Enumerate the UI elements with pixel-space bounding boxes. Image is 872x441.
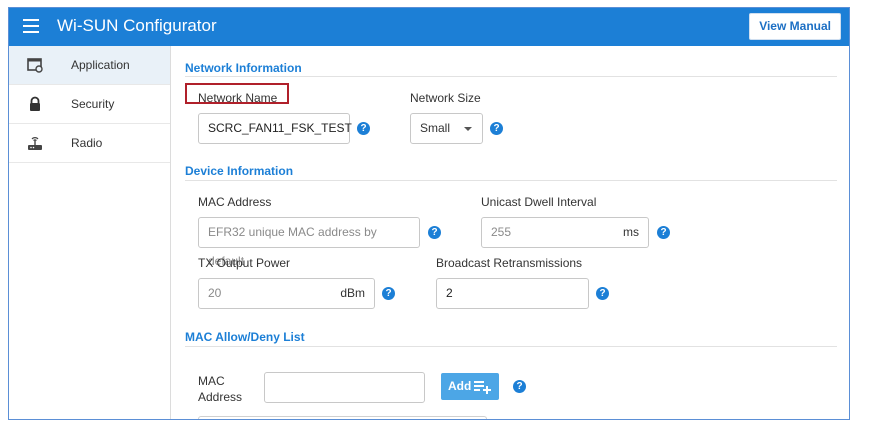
unicast-dwell-input[interactable]: 255 ms xyxy=(481,217,649,248)
broadcast-retrans-input[interactable]: 2 xyxy=(436,278,589,309)
unicast-dwell-value: 255 xyxy=(491,225,512,239)
tx-power-label: TX Output Power xyxy=(198,256,291,270)
tx-power-input[interactable]: 20 dBm xyxy=(198,278,375,309)
unicast-dwell-unit: ms xyxy=(623,225,639,239)
section-divider xyxy=(185,346,837,347)
mac-list-help-icon[interactable]: ? xyxy=(513,380,526,393)
network-size-label: Network Size xyxy=(410,91,481,105)
network-name-label: Network Name xyxy=(198,91,278,105)
mac-address-input[interactable]: EFR32 unique MAC address by default xyxy=(198,217,420,268)
sidebar-item-label: Radio xyxy=(71,136,103,150)
network-size-help-icon[interactable]: ? xyxy=(490,122,503,135)
sidebar: Application Security Radio xyxy=(9,46,171,419)
application-icon xyxy=(27,57,43,73)
top-bar: Wi-SUN Configurator View Manual xyxy=(9,8,849,46)
app-title: Wi-SUN Configurator xyxy=(57,16,217,35)
main-content: Network Information Network Name SCRC_FA… xyxy=(171,46,849,419)
section-divider xyxy=(185,180,837,181)
playlist-add-icon xyxy=(474,381,491,394)
add-mac-button-label: Add xyxy=(448,379,472,393)
sidebar-item-security[interactable]: Security xyxy=(9,85,170,124)
mac-list-title: MAC Allow/Deny List xyxy=(185,330,305,344)
hamburger-menu-icon[interactable] xyxy=(23,19,39,33)
device-info-title: Device Information xyxy=(185,164,294,178)
lock-icon xyxy=(27,96,43,112)
tx-power-value: 20 xyxy=(208,286,222,300)
section-divider xyxy=(185,76,837,77)
sidebar-item-label: Application xyxy=(71,58,130,72)
mac-address-label: MAC Address xyxy=(198,195,272,209)
tx-power-help-icon[interactable]: ? xyxy=(382,287,395,300)
broadcast-retrans-label: Broadcast Retransmissions xyxy=(436,256,583,270)
mac-list-dropdown-partial[interactable] xyxy=(198,416,487,419)
mac-address-help-icon[interactable]: ? xyxy=(428,226,441,239)
network-size-select[interactable]: Small xyxy=(410,113,483,144)
network-name-input[interactable]: SCRC_FAN11_FSK_TEST xyxy=(198,113,352,144)
network-name-help-icon[interactable]: ? xyxy=(357,122,370,135)
view-manual-button[interactable]: View Manual xyxy=(749,13,841,40)
configurator-window: Wi-SUN Configurator View Manual Applicat… xyxy=(8,7,850,420)
chevron-down-icon xyxy=(464,127,472,131)
tx-power-unit: dBm xyxy=(340,286,365,300)
unicast-dwell-label: Unicast Dwell Interval xyxy=(481,195,597,209)
mac-list-address-input[interactable] xyxy=(264,372,425,403)
sidebar-item-application[interactable]: Application xyxy=(9,46,170,85)
broadcast-retrans-help-icon[interactable]: ? xyxy=(596,287,609,300)
add-mac-button[interactable]: Add xyxy=(441,373,499,400)
mac-list-label-line2: Address xyxy=(198,390,243,404)
sidebar-item-radio[interactable]: Radio xyxy=(9,124,170,163)
unicast-dwell-help-icon[interactable]: ? xyxy=(657,226,670,239)
network-info-title: Network Information xyxy=(185,61,302,75)
network-size-value: Small xyxy=(420,121,451,135)
mac-list-address-label: MAC Address xyxy=(198,373,242,405)
router-icon xyxy=(27,135,43,151)
sidebar-item-label: Security xyxy=(71,97,115,111)
mac-list-label-line1: MAC xyxy=(198,374,225,388)
